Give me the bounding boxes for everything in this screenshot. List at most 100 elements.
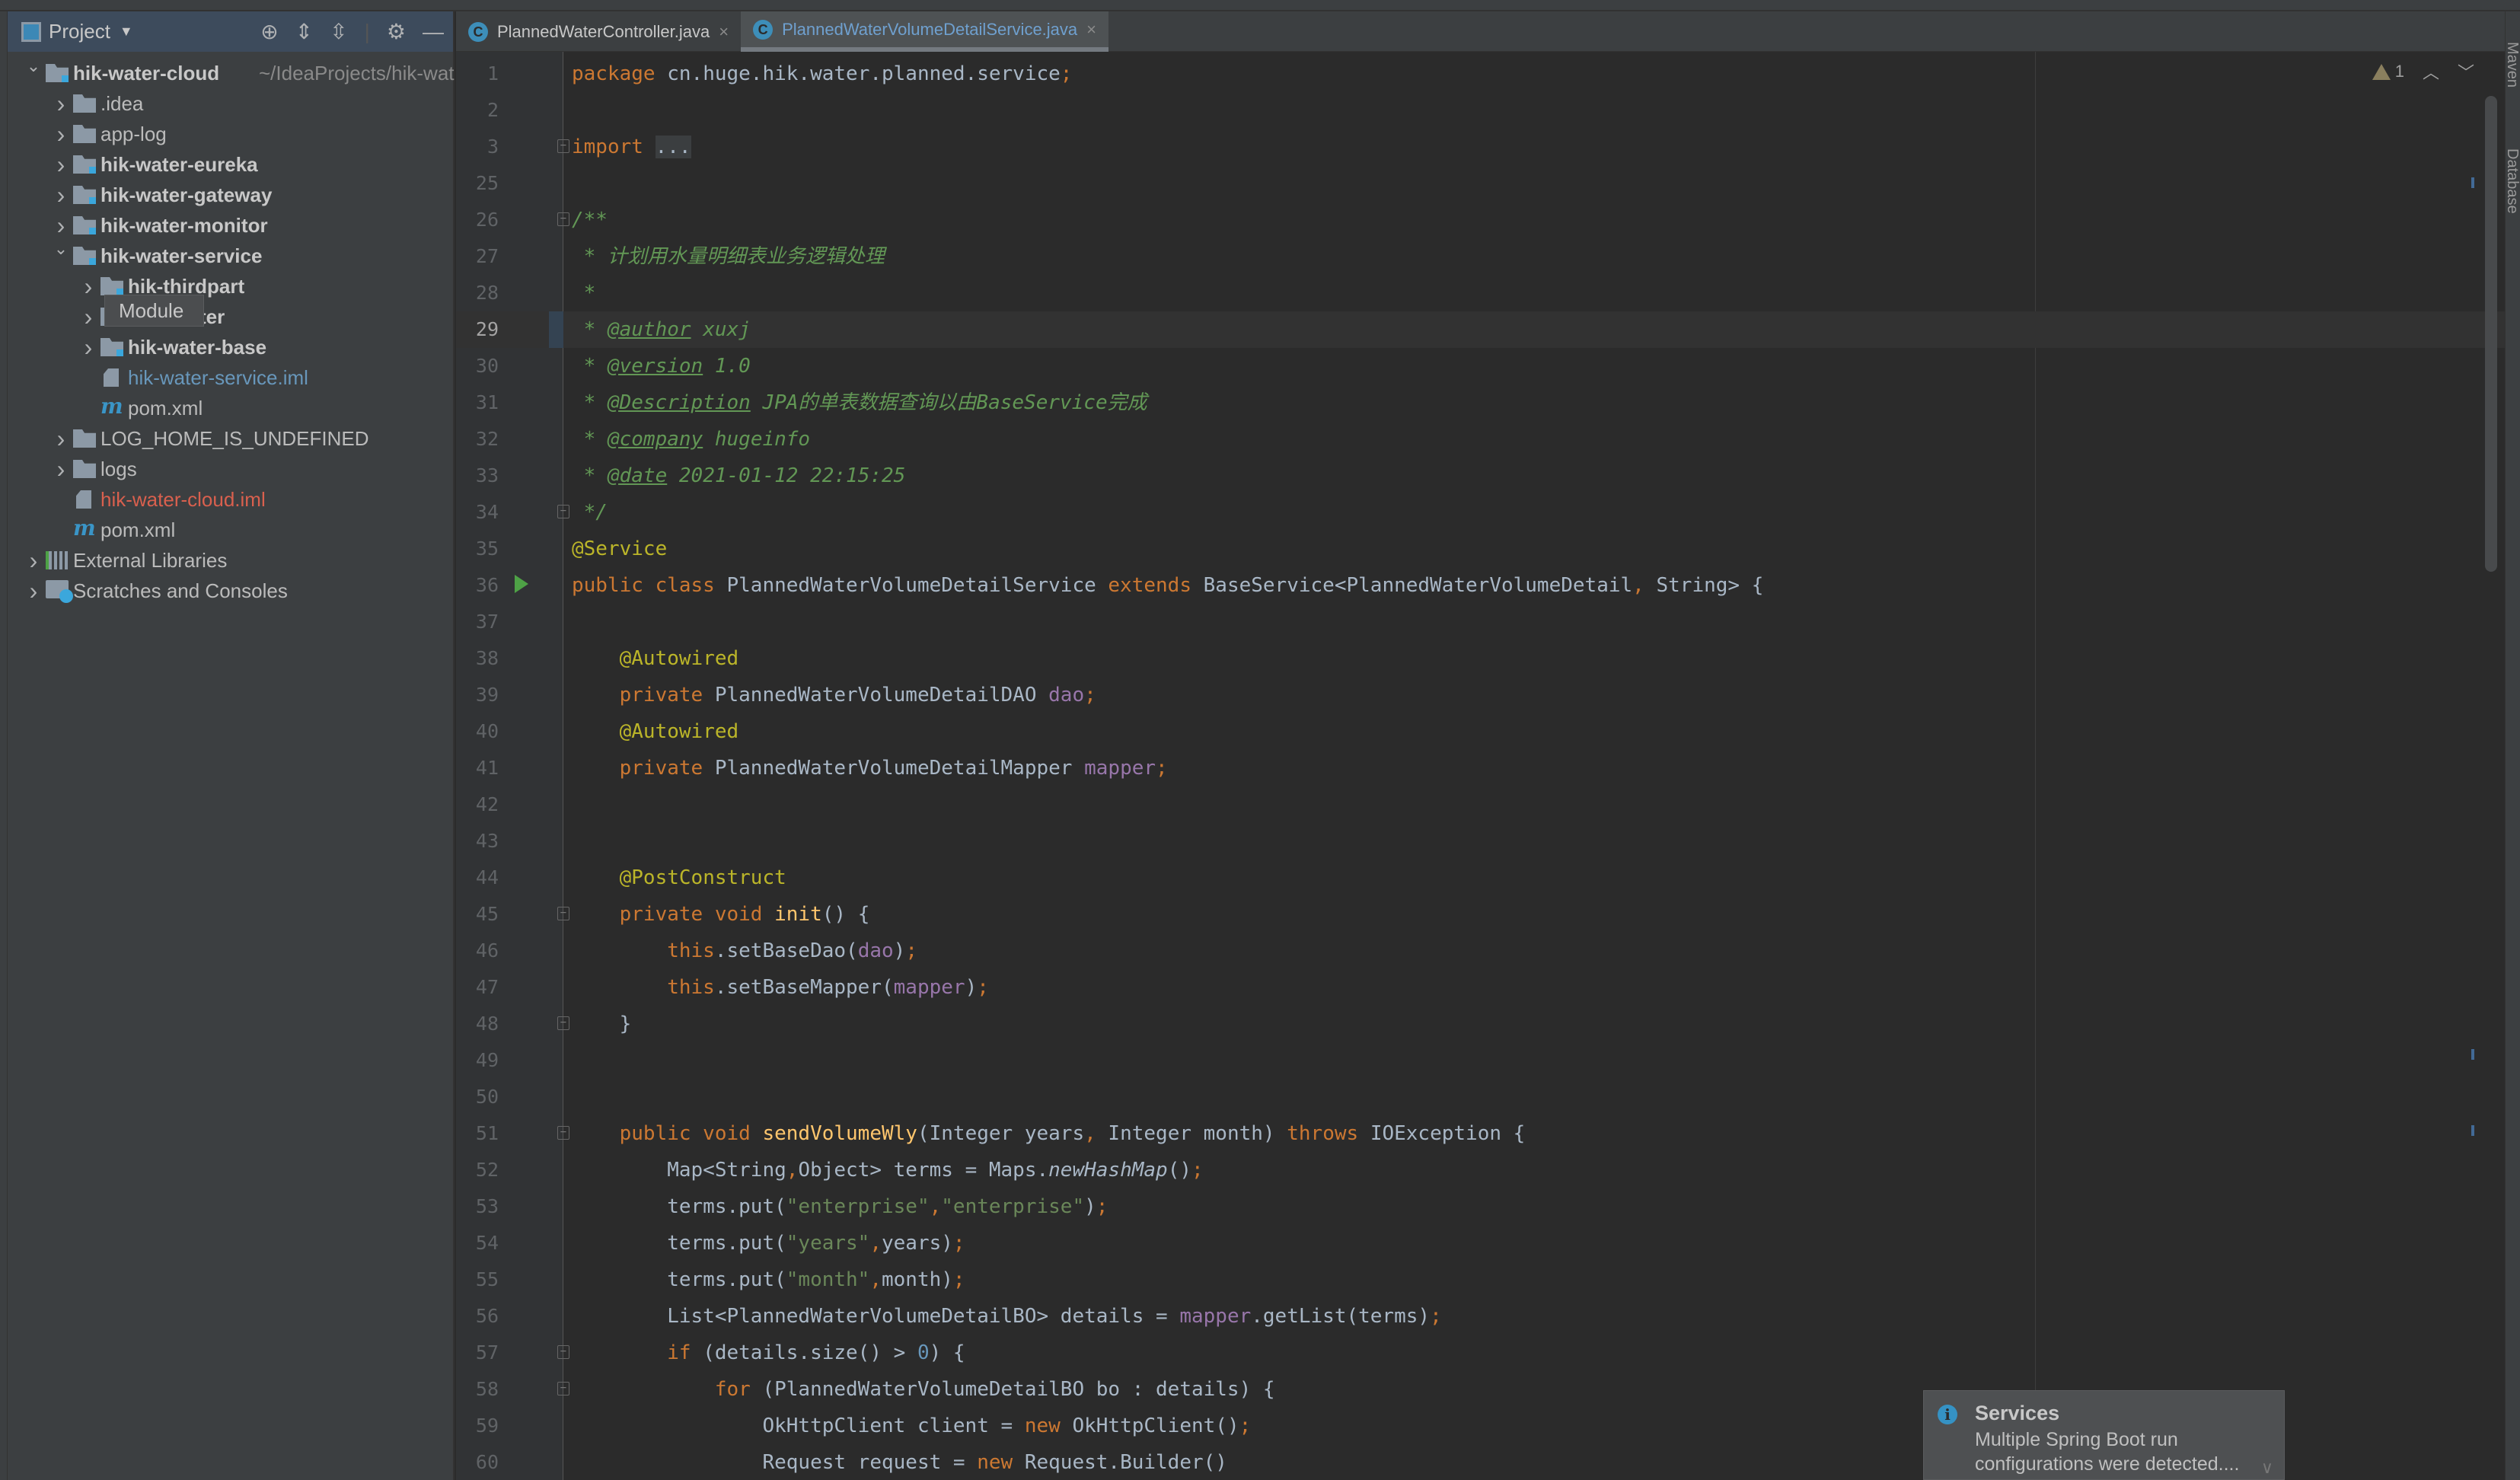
code-line[interactable]: 28 * <box>456 275 2505 311</box>
change-marker[interactable] <box>2471 177 2474 188</box>
code-line[interactable]: 57 − if (details.size() > 0) { <box>456 1335 2505 1371</box>
collapse-all-icon[interactable]: ⇳ <box>330 19 347 44</box>
code-line[interactable]: 35 @Service <box>456 531 2505 567</box>
close-icon[interactable]: × <box>1086 20 1096 40</box>
tree-item[interactable]: › .idea <box>8 88 453 119</box>
chevron-right-icon[interactable]: › <box>81 303 96 331</box>
fold-icon[interactable]: − <box>557 139 569 153</box>
chevron-right-icon[interactable]: › <box>53 212 69 240</box>
gear-icon[interactable]: ⚙ <box>387 19 406 44</box>
chevron-down-icon[interactable]: ∨ <box>2261 1458 2273 1478</box>
code-line[interactable]: 29 * @author xuxj <box>456 311 2505 348</box>
tree-item[interactable]: ⌄ hik-water-service <box>8 239 453 271</box>
fold-icon[interactable]: − <box>557 1345 569 1359</box>
chevron-right-icon[interactable]: › <box>53 455 69 483</box>
code-line[interactable]: 54 terms.put("years",years); <box>456 1225 2505 1262</box>
code-line[interactable]: 46 this.setBaseDao(dao); <box>456 933 2505 969</box>
database-tool-button[interactable]: Database <box>2506 148 2520 214</box>
code-line[interactable]: 44 @PostConstruct <box>456 860 2505 896</box>
code-line[interactable]: 39 private PlannedWaterVolumeDetailDAO d… <box>456 677 2505 713</box>
change-marker[interactable] <box>2471 1049 2474 1060</box>
code-line[interactable]: 43 <box>456 823 2505 860</box>
code-line[interactable]: 30 * @version 1.0 <box>456 348 2505 384</box>
chevron-right-icon[interactable]: › <box>53 151 69 179</box>
code-line[interactable]: 34 − */ <box>456 494 2505 531</box>
code-line[interactable]: 52 Map<String,Object> terms = Maps.newHa… <box>456 1152 2505 1188</box>
code-line[interactable]: 2 <box>456 92 2505 129</box>
maven-tool-button[interactable]: Maven <box>2506 42 2520 88</box>
code-line[interactable]: 31 * @Description JPA的单表数据查询以由BaseServic… <box>456 384 2505 421</box>
change-marker[interactable] <box>2471 1125 2474 1136</box>
code-line[interactable]: 48 − } <box>456 1006 2505 1042</box>
code-line[interactable]: 45 − private void init() { <box>456 896 2505 933</box>
tree-item[interactable]: › External Libraries <box>8 545 453 576</box>
chevron-right-icon[interactable]: › <box>26 577 41 605</box>
vertical-scrollbar[interactable] <box>2485 96 2497 572</box>
code-line[interactable]: 25 <box>456 165 2505 202</box>
code-line[interactable]: 38 @Autowired <box>456 640 2505 677</box>
inspection-widget[interactable]: 1 ︿ ﹀ <box>2372 59 2474 84</box>
previous-highlight-icon[interactable]: ︿ <box>2423 59 2439 84</box>
minimize-icon[interactable]: — <box>423 20 444 44</box>
code-line[interactable]: 50 <box>456 1079 2505 1115</box>
code-line[interactable]: 51 − public void sendVolumeWly(Integer ye… <box>456 1115 2505 1152</box>
next-highlight-icon[interactable]: ﹀ <box>2458 59 2474 84</box>
code-line[interactable]: 40 @Autowired <box>456 713 2505 750</box>
tree-item[interactable]: m pom.xml <box>8 393 453 423</box>
code-line[interactable]: 42 <box>456 786 2505 823</box>
close-icon[interactable]: × <box>719 22 729 42</box>
fold-icon[interactable]: − <box>557 1016 569 1030</box>
tree-item[interactable]: m pom.xml <box>8 515 453 545</box>
code-line[interactable]: 56 List<PlannedWaterVolumeDetailBO> deta… <box>456 1298 2505 1335</box>
code-line[interactable]: 55 terms.put("month",month); <box>456 1262 2505 1298</box>
tree-item[interactable]: › ter <box>8 301 453 332</box>
tree-item[interactable]: hik-water-service.iml <box>8 362 453 393</box>
code-line[interactable]: 47 this.setBaseMapper(mapper); <box>456 969 2505 1006</box>
tree-item[interactable]: › app-log <box>8 119 453 149</box>
tree-item[interactable]: ⌄ hik-water-cloud ~/IdeaProjects/hik-wat <box>8 56 455 88</box>
fold-icon[interactable]: − <box>557 212 569 226</box>
chevron-right-icon[interactable]: › <box>81 273 96 301</box>
locate-file-icon[interactable]: ⊕ <box>260 19 278 44</box>
chevron-down-icon[interactable]: ▼ <box>120 24 133 40</box>
tree-item[interactable]: › hik-water-eureka <box>8 149 453 180</box>
chevron-right-icon[interactable]: › <box>53 425 69 453</box>
run-icon[interactable] <box>515 575 528 593</box>
fold-icon[interactable]: − <box>557 1382 569 1395</box>
tree-item[interactable]: › hik-thirdpart <box>8 271 453 301</box>
code-line[interactable]: 3 − import ... <box>456 129 2505 165</box>
chevron-right-icon[interactable]: › <box>26 547 41 575</box>
tree-item[interactable]: › hik-water-base <box>8 332 453 362</box>
fold-icon[interactable]: − <box>557 1126 569 1140</box>
code-line[interactable]: 1 package cn.huge.hik.water.planned.servi… <box>456 56 2505 92</box>
notification-body[interactable]: Multiple Spring Boot run configurations … <box>1975 1427 2272 1476</box>
chevron-down-icon[interactable]: ⌄ <box>26 56 41 76</box>
expand-all-icon[interactable]: ⇕ <box>295 19 313 44</box>
code-line[interactable]: 53 terms.put("enterprise","enterprise"); <box>456 1188 2505 1225</box>
tree-item[interactable]: › LOG_HOME_IS_UNDEFINED <box>8 423 453 454</box>
tree-item[interactable]: › hik-water-monitor <box>8 210 453 241</box>
chevron-right-icon[interactable]: › <box>53 120 69 148</box>
notification-balloon[interactable]: i Services Multiple Spring Boot run conf… <box>1923 1390 2285 1480</box>
fold-icon[interactable]: − <box>557 907 569 920</box>
code-line[interactable]: 37 <box>456 604 2505 640</box>
code-line[interactable]: 27 * 计划用水量明细表业务逻辑处理 <box>456 238 2505 275</box>
code-line[interactable]: 26 −/** <box>456 202 2505 238</box>
code-editor[interactable]: 1 package cn.huge.hik.water.planned.servi… <box>456 52 2505 1480</box>
code-line[interactable]: 33 * @date 2021-01-12 22:15:25 <box>456 458 2505 494</box>
code-line[interactable]: 36 public class PlannedWaterVolumeDetailS… <box>456 567 2505 604</box>
chevron-down-icon[interactable]: ⌄ <box>53 239 69 259</box>
fold-icon[interactable]: − <box>557 505 569 518</box>
chevron-right-icon[interactable]: › <box>81 333 96 362</box>
tree-item[interactable]: › logs <box>8 454 453 484</box>
code-line[interactable]: 49 <box>456 1042 2505 1079</box>
tree-item[interactable]: hik-water-cloud.iml <box>8 484 453 515</box>
chevron-right-icon[interactable]: › <box>53 90 69 118</box>
chevron-right-icon[interactable]: › <box>53 181 69 209</box>
code-line[interactable]: 41 private PlannedWaterVolumeDetailMappe… <box>456 750 2505 786</box>
tree-item[interactable]: › Scratches and Consoles <box>8 576 453 606</box>
tab-plannedwatervolumedetailservice-java[interactable]: C PlannedWaterVolumeDetailService.java × <box>741 11 1109 52</box>
project-view-selector[interactable]: Project <box>49 20 110 43</box>
tree-item[interactable]: › hik-water-gateway <box>8 180 453 210</box>
code-line[interactable]: 32 * @company hugeinfo <box>456 421 2505 458</box>
